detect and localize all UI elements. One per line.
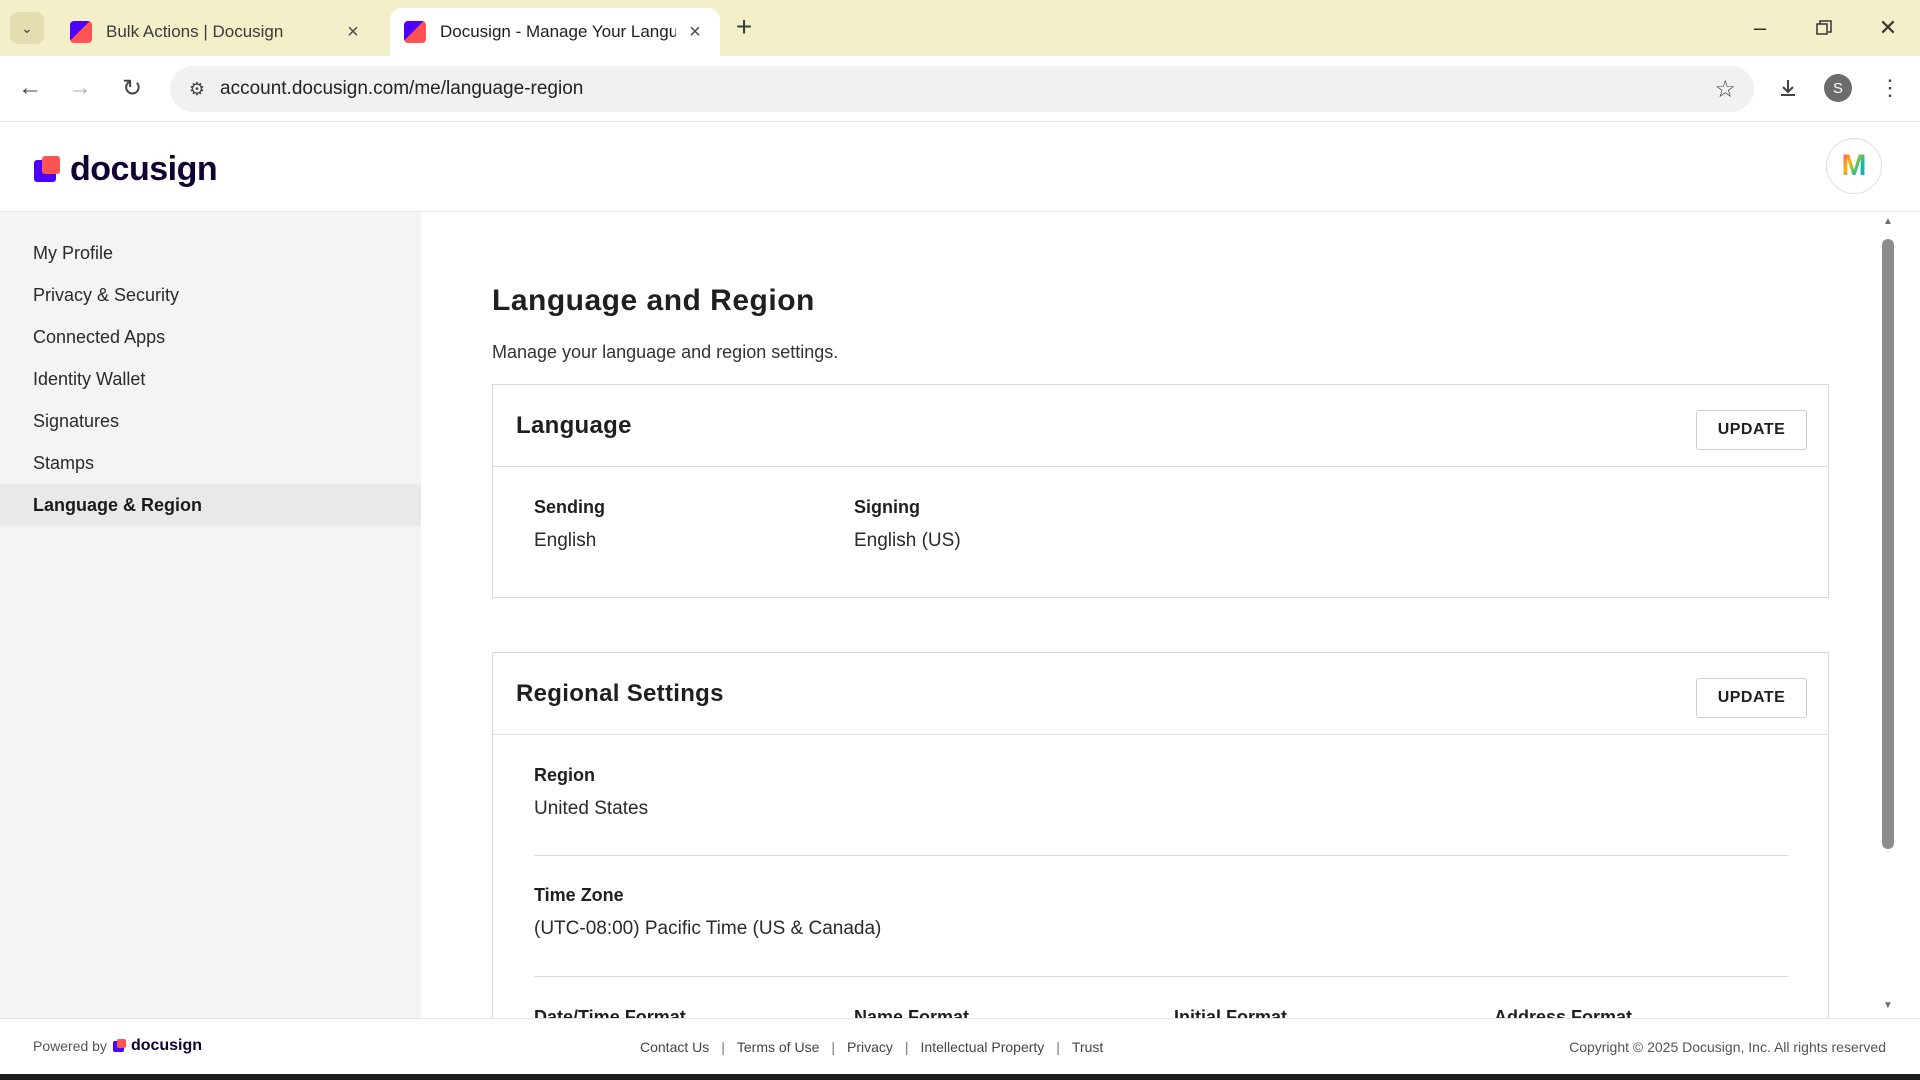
browser-toolbar: ← → ↻ ⚙ account.docusign.com/me/language… <box>0 56 1920 122</box>
download-icon[interactable] <box>1770 70 1806 106</box>
docusign-logo[interactable]: docusign <box>34 150 218 189</box>
initial-format-label: Initial Format <box>1174 1007 1288 1018</box>
footer-link-contact[interactable]: Contact Us <box>640 1039 709 1055</box>
logo-text: docusign <box>70 150 218 188</box>
browser-tab-language[interactable]: Docusign - Manage Your Langu × <box>390 8 720 56</box>
scrollbar-thumb[interactable] <box>1882 239 1894 849</box>
separator: | <box>831 1039 835 1055</box>
browser-tab-bulk-actions[interactable]: Bulk Actions | Docusign × <box>56 8 378 56</box>
regional-card-title: Regional Settings <box>516 680 724 707</box>
address-format-label: Address Format <box>1494 1007 1633 1018</box>
tab-title: Docusign - Manage Your Langu <box>440 22 676 41</box>
close-tab-icon[interactable]: × <box>342 21 364 44</box>
docusign-logo-icon <box>112 1039 127 1053</box>
footer-links: Contact Us | Terms of Use | Privacy | In… <box>640 1039 1103 1055</box>
sidebar-item-language-region[interactable]: Language & Region <box>0 484 421 526</box>
divider <box>534 976 1789 977</box>
sidebar: My Profile Privacy & Security Connected … <box>0 212 421 1018</box>
user-avatar[interactable]: M <box>1826 138 1882 194</box>
vertical-scrollbar[interactable]: ▲ ▼ <box>1878 212 1899 1018</box>
sidebar-item-signatures[interactable]: Signatures <box>0 400 421 442</box>
regional-settings-card: Regional Settings UPDATE Region United S… <box>492 652 1829 1018</box>
back-icon[interactable]: ← <box>12 70 48 106</box>
update-language-button[interactable]: UPDATE <box>1696 410 1807 450</box>
region-label: Region <box>534 765 595 785</box>
region-field: Region United States <box>534 765 648 820</box>
copyright-text: Copyright © 2025 Docusign, Inc. All righ… <box>1569 1039 1886 1055</box>
sidebar-item-connected-apps[interactable]: Connected Apps <box>0 316 421 358</box>
datetime-format-label: Date/Time Format <box>534 1007 686 1018</box>
minimize-icon[interactable]: – <box>1740 10 1780 46</box>
separator: | <box>904 1039 909 1055</box>
signing-label: Signing <box>854 497 920 517</box>
name-format-label: Name Format <box>854 1007 970 1018</box>
avatar-letter: M <box>1841 149 1867 182</box>
separator: | <box>721 1039 725 1055</box>
app-header: docusign M <box>0 122 1920 212</box>
close-tab-icon[interactable]: × <box>684 21 706 44</box>
sidebar-item-stamps[interactable]: Stamps <box>0 442 421 484</box>
tab-search-icon[interactable]: ⌄ <box>10 12 44 44</box>
powered-by-text: Powered by <box>33 1038 107 1054</box>
page-subtitle: Manage your language and region settings… <box>492 342 839 362</box>
update-regional-button[interactable]: UPDATE <box>1696 678 1807 718</box>
language-card-title: Language <box>516 412 632 439</box>
powered-by: Powered by docusign <box>33 1037 202 1055</box>
divider <box>534 855 1789 856</box>
tab-title: Bulk Actions | Docusign <box>106 22 284 41</box>
sending-field: Sending English <box>534 497 854 552</box>
powered-logo-text: docusign <box>130 1037 203 1054</box>
sending-label: Sending <box>534 497 605 517</box>
restore-icon[interactable] <box>1804 10 1844 46</box>
language-card-header: Language UPDATE <box>493 385 1828 467</box>
footer-link-ip[interactable]: Intellectual Property <box>921 1039 1045 1055</box>
page-title: Language and Region <box>492 284 815 317</box>
separator: | <box>1056 1039 1060 1055</box>
reload-icon[interactable]: ↻ <box>114 70 150 106</box>
timezone-field: Time Zone (UTC-08:00) Pacific Time (US &… <box>534 885 881 940</box>
menu-kebab-icon[interactable]: ⋮ <box>1872 70 1908 106</box>
url-text[interactable]: account.docusign.com/me/language-region <box>220 78 583 100</box>
scroll-up-icon[interactable]: ▲ <box>1883 216 1893 227</box>
site-settings-icon[interactable]: ⚙ <box>174 79 220 100</box>
profile-avatar-icon[interactable]: S <box>1820 70 1856 106</box>
footer-link-trust[interactable]: Trust <box>1072 1039 1103 1055</box>
close-window-icon[interactable]: ✕ <box>1868 10 1908 46</box>
timezone-value: (UTC-08:00) Pacific Time (US & Canada) <box>534 918 882 939</box>
taskbar-edge <box>0 1074 1920 1080</box>
footer-link-terms[interactable]: Terms of Use <box>737 1039 819 1055</box>
scroll-down-icon[interactable]: ▼ <box>1883 1000 1893 1011</box>
new-tab-icon[interactable]: + <box>728 12 760 44</box>
bookmark-star-icon[interactable]: ☆ <box>1714 75 1736 104</box>
timezone-label: Time Zone <box>534 885 624 905</box>
browser-tabstrip: ⌄ Bulk Actions | Docusign × Docusign - M… <box>0 0 1920 56</box>
page-footer: Powered by docusign Contact Us | Terms o… <box>0 1018 1920 1074</box>
regional-card-header: Regional Settings UPDATE <box>493 653 1828 735</box>
sidebar-item-my-profile[interactable]: My Profile <box>0 232 421 274</box>
signing-field: Signing English (US) <box>854 497 1174 552</box>
sidebar-item-privacy-security[interactable]: Privacy & Security <box>0 274 421 316</box>
address-bar[interactable]: ⚙ account.docusign.com/me/language-regio… <box>170 66 1754 112</box>
forward-icon[interactable]: → <box>62 70 98 106</box>
signing-value: English (US) <box>854 530 961 551</box>
sending-value: English <box>534 530 597 551</box>
format-fields-row: Date/Time Format Name Format Initial For… <box>534 1007 1814 1018</box>
docusign-favicon-icon <box>70 21 92 43</box>
footer-link-privacy[interactable]: Privacy <box>847 1039 893 1055</box>
language-card: Language UPDATE Sending English Signing … <box>492 384 1829 598</box>
profile-initial: S <box>1824 74 1852 102</box>
region-value: United States <box>534 798 649 819</box>
docusign-favicon-icon <box>404 21 426 43</box>
main-content: Language and Region Manage your language… <box>421 212 1899 1018</box>
sidebar-item-identity-wallet[interactable]: Identity Wallet <box>0 358 421 400</box>
docusign-logo-icon <box>34 155 62 184</box>
